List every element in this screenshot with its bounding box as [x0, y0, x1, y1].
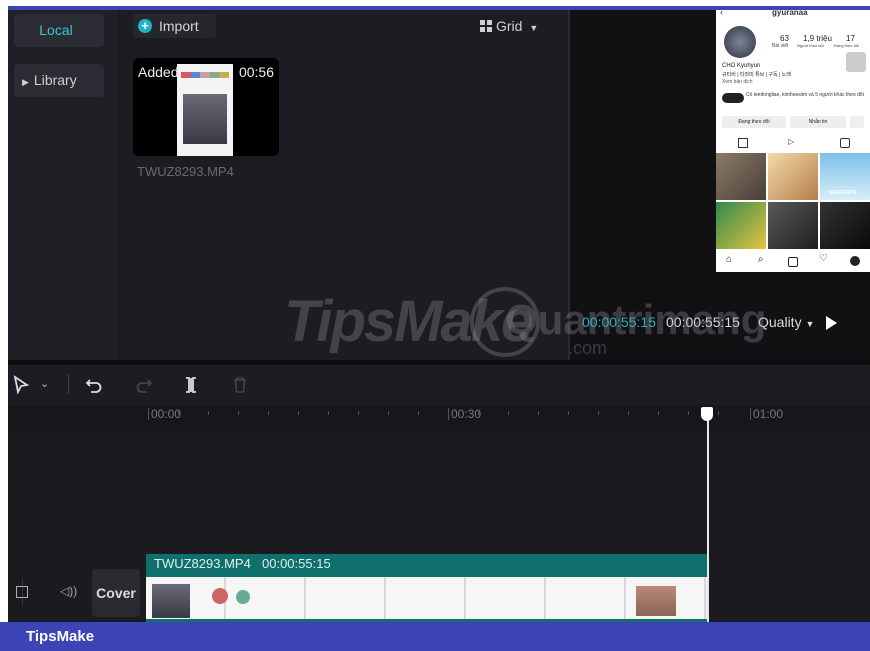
- sidebar-item-label: Local: [39, 22, 73, 38]
- import-label: Import: [159, 18, 199, 34]
- followers-count: 1,9 triệu: [803, 34, 832, 43]
- timeline-clip[interactable]: [146, 574, 708, 622]
- filmstrip-frame: [236, 590, 250, 604]
- grid-icon: [480, 20, 492, 32]
- caret-down-icon: ▼: [529, 23, 539, 33]
- sidebar-item-label: Library: [33, 72, 77, 88]
- profile-icon: [850, 256, 860, 266]
- watermark-quantrimang: Quantrimang: [505, 296, 767, 343]
- clip-thumbnail: [177, 64, 233, 156]
- toolbar-separator: [68, 374, 69, 394]
- undo-icon[interactable]: [84, 375, 104, 395]
- watermark-domain: .com: [568, 338, 608, 358]
- thumbnail-strip: [181, 72, 229, 78]
- grid-tab-icon: [738, 138, 748, 148]
- filmstrip-frame: [636, 586, 676, 616]
- heart-icon: ♡: [819, 253, 828, 264]
- timeline-clip-duration: 00:00:55:15: [262, 556, 331, 571]
- grid-view-button[interactable]: Grid ▼: [480, 18, 538, 38]
- following-label: Đang theo dõi: [834, 43, 859, 48]
- ruler-label-0: 00:00: [151, 407, 182, 421]
- footer-brand: TipsMake: [26, 628, 95, 645]
- ruler-label-30: 00:30: [451, 407, 482, 421]
- clip-filename: TWUZ8293.MP4: [137, 164, 234, 179]
- ruler-tick: [148, 408, 149, 420]
- following-count: 17: [846, 34, 855, 43]
- filmstrip-frame: [152, 584, 190, 618]
- sidebar: Local ▶ Library: [8, 10, 118, 360]
- phone-status-bar: ‹ gyuranaa: [716, 10, 870, 20]
- split-icon[interactable]: [181, 375, 201, 395]
- add-person-icon: [850, 116, 864, 128]
- quality-dropdown[interactable]: Quality ▼: [758, 314, 814, 330]
- footer-bar: TipsMake: [0, 622, 870, 651]
- phone-bottom-nav: ⌂ ⌕ ♡: [716, 251, 870, 272]
- grid-post: NEWFESTA: [820, 153, 870, 200]
- grid-post: [716, 202, 766, 249]
- avatar: [724, 26, 756, 58]
- tagged-tab-icon: [840, 138, 850, 148]
- timeline-toolbar: ⌄: [8, 365, 870, 405]
- delete-icon[interactable]: [230, 375, 250, 395]
- caret-right-icon: ▶: [22, 77, 29, 87]
- message-button: Nhắn tin: [790, 116, 846, 128]
- media-clip-card[interactable]: Added 00:56: [133, 58, 279, 156]
- overlay-button: [846, 52, 866, 72]
- import-button[interactable]: + Import: [133, 14, 216, 38]
- timeline-clip-filename: TWUZ8293.MP4: [154, 556, 251, 571]
- preview-phone-frame: ‹ gyuranaa 63 Bài viết 1,9 triệu Người t…: [716, 10, 870, 272]
- plus-circle-icon: +: [138, 19, 152, 33]
- clip-added-badge: Added: [138, 64, 179, 80]
- profile-name: CHO Kyuhyun: [722, 63, 761, 69]
- timeline-area: ◁)) Cover TWUZ8293.MP4 00:00:55:15: [8, 421, 870, 622]
- select-cursor-icon[interactable]: [12, 375, 32, 395]
- grid-post: [768, 202, 818, 249]
- grid-post: [716, 153, 766, 200]
- clip-filmstrip: [146, 577, 708, 619]
- ruler-label-60: 01:00: [753, 407, 784, 421]
- followers-label: Người theo dõi: [797, 43, 824, 48]
- playhead-handle[interactable]: [701, 407, 713, 421]
- reels-icon: [788, 257, 798, 267]
- sidebar-item-library[interactable]: ▶ Library: [14, 64, 104, 97]
- grid-label: Grid: [496, 18, 523, 34]
- profile-bio: 규티비 | 티라미 튜브 | 구독 | 노래: [722, 72, 791, 78]
- play-icon[interactable]: [826, 316, 837, 330]
- audio-icon[interactable]: ◁)): [60, 584, 77, 598]
- following-button: Đang theo dõi: [722, 116, 786, 128]
- redo-icon[interactable]: [134, 375, 154, 395]
- filmstrip-frame: [212, 588, 228, 604]
- thumbnail-image: [183, 94, 227, 144]
- grid-post: [768, 153, 818, 200]
- timeline-ruler: 00:00 00:30 01:00: [8, 405, 870, 431]
- chevron-down-icon[interactable]: ⌄: [40, 377, 49, 390]
- posts-label: Bài viết: [772, 43, 789, 49]
- ruler-tick: [750, 408, 751, 420]
- reels-tab-icon: ▷: [788, 137, 795, 146]
- phone-username: gyuranaa: [772, 10, 808, 17]
- search-icon: ⌕: [758, 254, 764, 265]
- back-arrow-icon: ‹: [720, 10, 723, 17]
- grid-post-label: NEWFESTA: [829, 190, 857, 196]
- clip-duration: 00:56: [238, 64, 274, 80]
- sidebar-item-local[interactable]: Local: [14, 14, 104, 47]
- timeline-clip-header[interactable]: TWUZ8293.MP4 00:00:55:15: [146, 554, 708, 574]
- frame-icon[interactable]: [16, 586, 28, 598]
- caret-down-icon: ▼: [805, 319, 815, 329]
- translate-link: Xem bản dịch: [722, 79, 753, 85]
- home-icon: ⌂: [726, 254, 733, 265]
- grid-post: [820, 202, 870, 249]
- cover-button[interactable]: Cover: [92, 569, 140, 617]
- cover-label: Cover: [96, 585, 136, 601]
- mutual-followers-avatars: [722, 93, 744, 103]
- posts-count: 63: [780, 34, 789, 43]
- playhead-line[interactable]: [707, 421, 709, 622]
- followed-by-text: Có leedongliae, kimheesiim và 5 người kh…: [746, 92, 864, 98]
